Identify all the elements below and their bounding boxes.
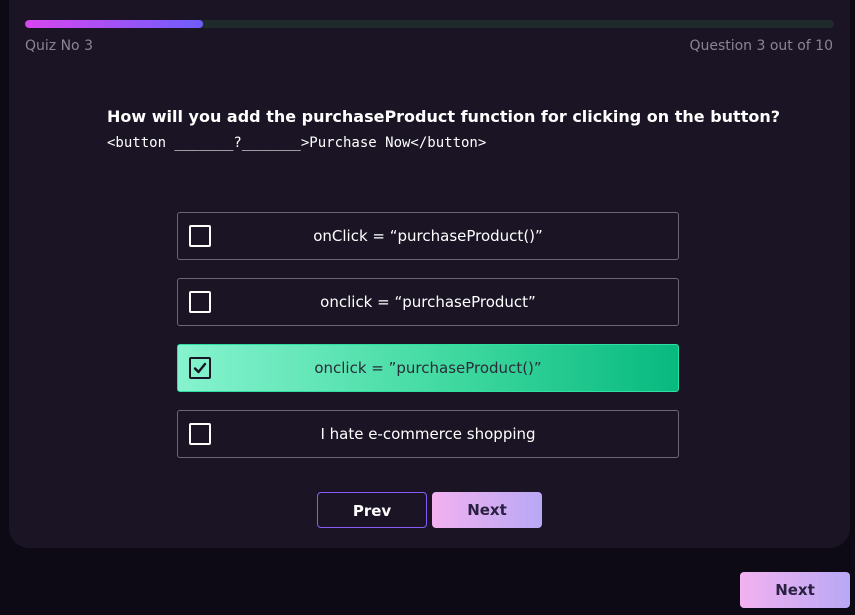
answer-option-label: I hate e-commerce shopping [320,425,536,443]
answer-option-label: onclick = ”purchaseProduct()” [314,359,542,377]
answer-option-label: onclick = “purchaseProduct” [320,293,536,311]
answer-option-4[interactable]: I hate e-commerce shopping [177,410,679,458]
answer-option-1[interactable]: onClick = “purchaseProduct()” [177,212,679,260]
answer-option-2[interactable]: onclick = “purchaseProduct” [177,278,679,326]
prev-button[interactable]: Prev [317,492,427,528]
quiz-card: Quiz No 3 Question 3 out of 10 How will … [9,0,850,548]
footer-next-button[interactable]: Next [740,572,850,608]
progress-bar-fill [25,20,203,28]
quiz-title: Quiz No 3 [25,38,93,54]
progress-bar [25,20,834,28]
answer-option-label: onClick = “purchaseProduct()” [313,227,543,245]
question-text: How will you add the purchaseProduct fun… [107,107,781,126]
next-button[interactable]: Next [432,492,542,528]
question-code: <button _______?_______>Purchase Now</bu… [107,135,487,151]
answer-option-3[interactable]: onclick = ”purchaseProduct()” [177,344,679,392]
question-counter: Question 3 out of 10 [689,38,833,54]
